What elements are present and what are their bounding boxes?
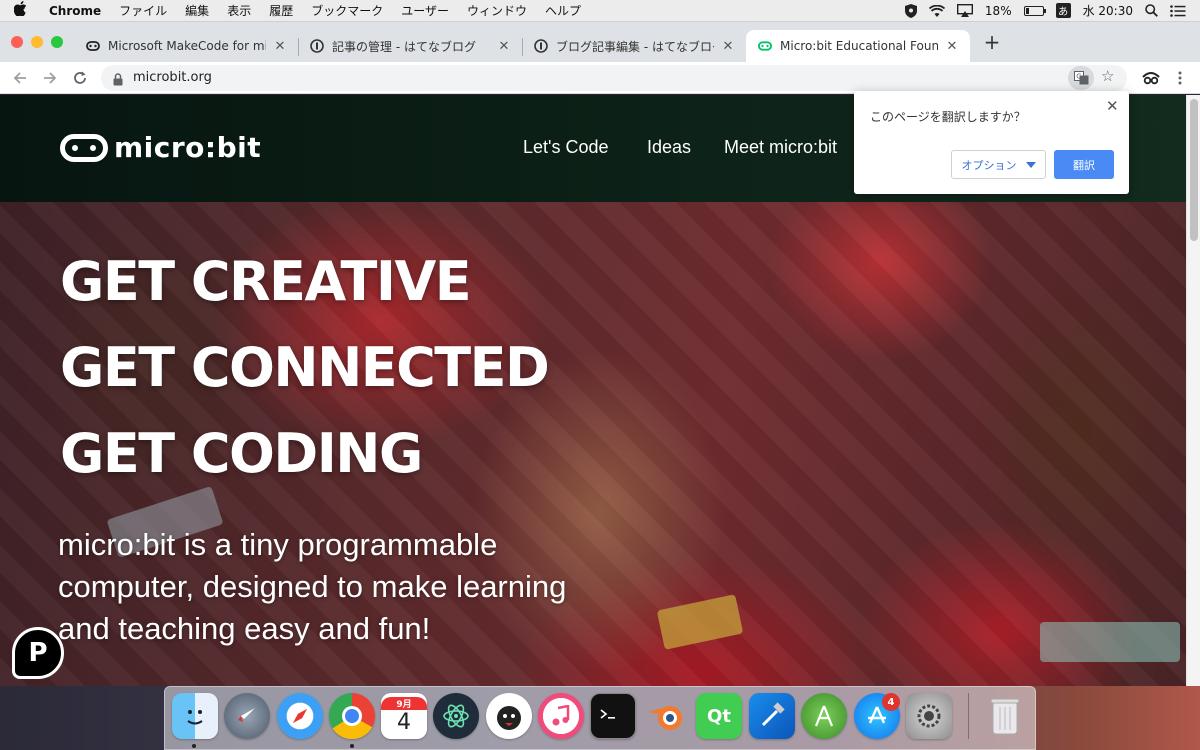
running-indicator <box>192 744 196 748</box>
hatena-icon <box>310 39 324 53</box>
menu-edit[interactable]: 編集 <box>176 2 218 19</box>
tab-hatena-edit[interactable]: ブログ記事編集 - はてなブログ ✕ <box>522 30 746 62</box>
android-studio-icon[interactable] <box>801 693 847 739</box>
svg-text:G: G <box>1076 73 1081 81</box>
nav-ideas[interactable]: Ideas <box>647 137 691 158</box>
url-text: microbit.org <box>133 70 212 85</box>
zoom-window-button[interactable] <box>51 36 63 48</box>
new-tab-plus-icon[interactable]: + <box>981 30 1003 54</box>
menu-window[interactable]: ウィンドウ <box>458 2 536 19</box>
calendar-month: 9月 <box>381 697 427 710</box>
microbit-logo-text: micro:bit <box>114 131 262 164</box>
dock-separator <box>968 693 969 739</box>
translate-options-button[interactable]: オプション <box>951 150 1046 179</box>
menu-view[interactable]: 表示 <box>218 2 260 19</box>
close-window-button[interactable] <box>11 36 23 48</box>
system-preferences-gear-icon[interactable] <box>906 693 952 739</box>
hero-banner: GET CREATIVE GET CONNECTED GET CODING mi… <box>0 202 1186 686</box>
qt-creator-icon[interactable]: Qt <box>696 693 742 739</box>
microbit-logo[interactable]: micro:bit <box>60 131 261 164</box>
window-controls <box>11 36 63 48</box>
battery-percent: 18% <box>984 3 1012 18</box>
launchpad-rocket-icon[interactable] <box>224 693 270 739</box>
minimize-window-button[interactable] <box>31 36 43 48</box>
calendar-day: 4 <box>397 710 411 735</box>
wifi-icon[interactable] <box>928 4 945 17</box>
hatena-icon <box>534 39 548 53</box>
calendar-icon[interactable]: 9月 4 <box>381 693 427 739</box>
options-label: オプション <box>961 158 1017 172</box>
browser-toolbar: microbit.org G ☆ <box>0 62 1200 94</box>
menubar-clock[interactable]: 水 20:30 <box>1083 2 1133 19</box>
chrome-browser-icon[interactable] <box>329 693 375 739</box>
tab-makecode[interactable]: Microsoft MakeCode for microbit ✕ <box>74 30 298 62</box>
tab-close-icon[interactable]: ✕ <box>496 39 512 54</box>
vpn-shield-icon[interactable] <box>904 3 917 18</box>
notification-center-icon[interactable] <box>1170 4 1186 17</box>
finder-icon[interactable] <box>172 693 218 739</box>
trash-icon[interactable] <box>982 693 1028 739</box>
menu-app-chrome[interactable]: Chrome <box>40 4 110 18</box>
menu-help[interactable]: ヘルプ <box>536 2 590 19</box>
incognito-profile-icon[interactable] <box>1140 67 1162 89</box>
menu-bookmarks[interactable]: ブックマーク <box>302 2 392 19</box>
hero-line-creative: GET CREATIVE <box>60 250 472 313</box>
alpaca-app-icon[interactable] <box>486 693 532 739</box>
qt-label: Qt <box>707 705 731 727</box>
menu-file[interactable]: ファイル <box>110 2 176 19</box>
tab-close-icon[interactable]: ✕ <box>944 39 960 54</box>
tab-hatena-articles[interactable]: 記事の管理 - はてなブログ ✕ <box>298 30 522 62</box>
tab-microbit-active[interactable]: Micro:bit Educational Foundation ✕ <box>746 30 970 62</box>
bookmark-star-icon[interactable]: ☆ <box>1101 67 1114 85</box>
battery-icon[interactable] <box>1023 5 1046 16</box>
safari-compass-icon[interactable] <box>277 693 323 739</box>
scrollbar-thumb[interactable] <box>1190 99 1198 241</box>
address-bar[interactable]: microbit.org G ☆ <box>101 65 1127 91</box>
translate-question: このページを翻訳しますか？ <box>870 110 1026 124</box>
hero-line-connected: GET CONNECTED <box>60 336 550 399</box>
menu-people[interactable]: ユーザー <box>392 2 458 19</box>
input-method-indicator[interactable]: あ <box>1055 3 1071 18</box>
running-indicator <box>350 744 354 748</box>
forward-arrow-icon[interactable] <box>38 66 62 90</box>
nav-meet-microbit[interactable]: Meet micro:bit <box>724 137 837 158</box>
tab-close-icon[interactable]: ✕ <box>272 39 288 54</box>
microbit-icon <box>758 39 772 53</box>
tab-title: Microsoft MakeCode for microbit <box>108 39 266 53</box>
popup-close-icon[interactable]: ✕ <box>1106 97 1119 115</box>
translate-page-icon[interactable]: G <box>1068 66 1094 90</box>
apple-menu-icon[interactable] <box>0 1 40 20</box>
hero-subtitle: micro:bit is a tiny programmable compute… <box>58 527 567 646</box>
browser-tab-strip: Microsoft MakeCode for microbit ✕ 記事の管理 … <box>0 22 1200 62</box>
wrist-device-right <box>1040 622 1180 662</box>
blender-icon[interactable] <box>643 693 689 739</box>
chrome-menu-kebab-icon[interactable] <box>1170 67 1190 89</box>
music-note-icon[interactable] <box>538 693 584 739</box>
tab-close-icon[interactable]: ✕ <box>720 39 736 54</box>
app-store-update-badge: 4 <box>882 693 900 711</box>
airplay-icon[interactable] <box>956 4 973 17</box>
page-scrollbar[interactable] <box>1186 95 1200 686</box>
atom-editor-icon[interactable] <box>433 693 479 739</box>
translate-popup: このページを翻訳しますか？ ✕ オプション 翻訳 <box>854 91 1129 194</box>
tab-title: Micro:bit Educational Foundation <box>780 39 938 53</box>
translate-button[interactable]: 翻訳 <box>1054 150 1114 179</box>
nav-lets-code[interactable]: Let's Code <box>523 137 609 158</box>
back-arrow-icon[interactable] <box>8 66 32 90</box>
dropdown-caret-icon <box>1025 161 1036 168</box>
lock-icon[interactable] <box>113 71 123 90</box>
hero-line-coding: GET CODING <box>60 422 423 485</box>
macos-menubar: Chrome ファイル 編集 表示 履歴 ブックマーク ユーザー ウィンドウ ヘ… <box>0 0 1200 22</box>
terminal-icon[interactable] <box>590 693 636 739</box>
tab-title: ブログ記事編集 - はてなブログ <box>556 39 714 54</box>
spotlight-search-icon[interactable] <box>1145 4 1158 17</box>
reload-icon[interactable] <box>68 66 92 90</box>
microbit-logo-mark-icon <box>60 133 108 162</box>
makecode-icon <box>86 39 100 53</box>
chat-widget-button[interactable]: P <box>12 627 64 679</box>
tab-title: 記事の管理 - はてなブログ <box>332 39 476 54</box>
xcode-hammer-icon[interactable] <box>749 693 795 739</box>
menu-history[interactable]: 履歴 <box>260 2 302 19</box>
